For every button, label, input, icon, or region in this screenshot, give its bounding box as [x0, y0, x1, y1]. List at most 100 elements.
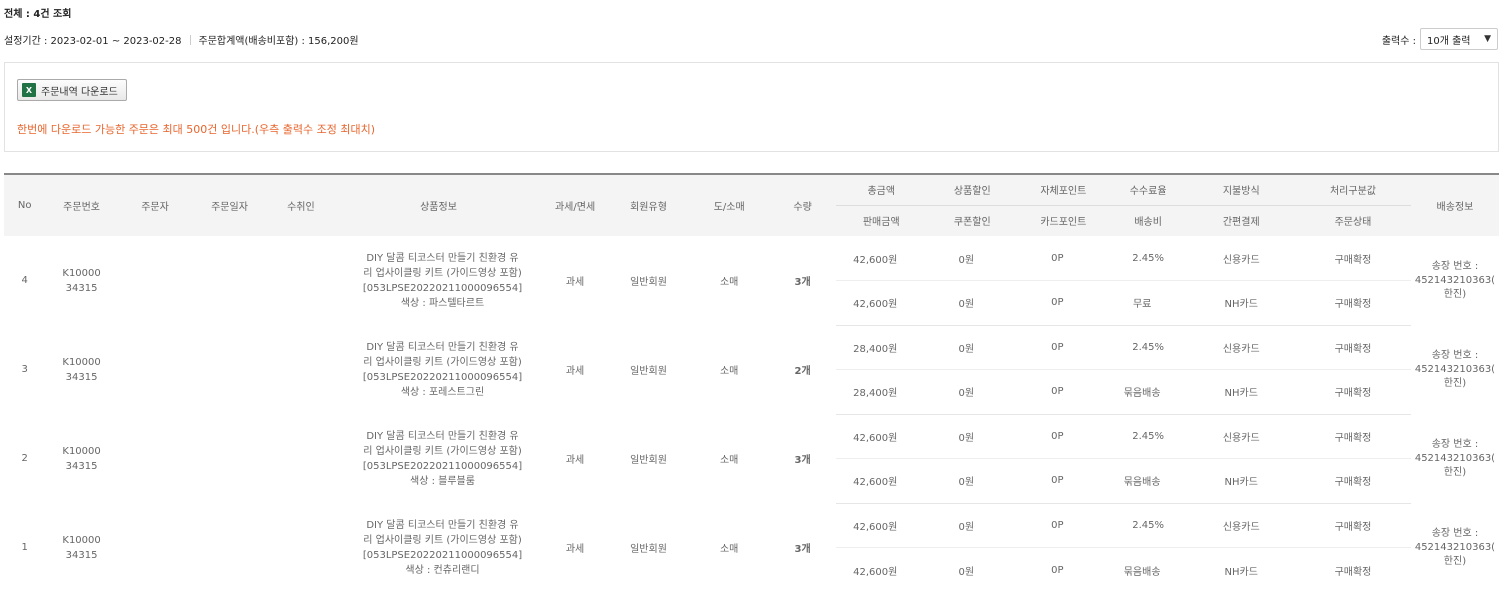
- own-point: 0P: [1017, 503, 1109, 548]
- orders-table: No 주문번호 주문자 주문일자 수취인 상품정보 과세/면세 회원유형 도/소…: [4, 173, 1499, 589]
- process-value: 구매확정: [1295, 325, 1411, 370]
- output-count-control: 출력수 : 10개 출력 ▼: [1382, 28, 1498, 50]
- row-no: 3: [21, 364, 28, 375]
- product-discount: 0원: [926, 503, 1018, 548]
- own-point: 0P: [1017, 414, 1109, 459]
- easy-pay: NH카드: [1187, 280, 1296, 326]
- header-member-type: 회원유형: [608, 173, 689, 236]
- orderer-cell: [118, 325, 192, 414]
- order-number-link[interactable]: K10000 34315: [45, 325, 117, 414]
- header-order-no: 주문번호: [45, 173, 118, 236]
- header-coupon-discount: 쿠폰할인: [926, 205, 1018, 236]
- total-amount: 42,600원: [835, 236, 927, 281]
- member-type: 일반회원: [630, 544, 667, 555]
- orderer-cell: [118, 236, 192, 325]
- header-easy-pay: 간편결제: [1187, 205, 1296, 236]
- order-date-cell: [192, 503, 266, 589]
- fee-rate: 2.45%: [1108, 236, 1188, 281]
- retail-type: 소매: [719, 455, 739, 466]
- output-count-select[interactable]: 10개 출력 ▼: [1420, 28, 1498, 50]
- recipient-cell: [267, 414, 335, 503]
- total-amount: 42,600원: [835, 414, 927, 459]
- product-discount: 0원: [926, 236, 1018, 281]
- header-delivery: 배송정보: [1410, 173, 1499, 236]
- card-point: 0P: [1017, 369, 1109, 415]
- quantity: 2개: [794, 366, 811, 377]
- coupon-discount: 0원: [926, 458, 1018, 504]
- member-type: 일반회원: [630, 455, 667, 466]
- recipient-cell: [267, 236, 335, 325]
- header-own-point: 자체포인트: [1017, 173, 1109, 206]
- order-number-link[interactable]: K10000 34315: [45, 414, 117, 503]
- own-point: 0P: [1017, 236, 1109, 281]
- pay-method: 신용카드: [1187, 414, 1296, 459]
- order-number-link[interactable]: K10000 34315: [45, 503, 117, 589]
- header-card-point: 카드포인트: [1017, 205, 1109, 236]
- card-point: 0P: [1017, 458, 1109, 504]
- easy-pay: NH카드: [1187, 458, 1296, 504]
- member-type: 일반회원: [630, 277, 667, 288]
- pay-method: 신용카드: [1187, 325, 1296, 370]
- header-retail: 도/소매: [688, 173, 770, 236]
- process-value: 구매확정: [1295, 236, 1411, 281]
- tax-type: 과세: [565, 544, 585, 555]
- pay-method: 신용카드: [1187, 236, 1296, 281]
- retail-type: 소매: [719, 544, 739, 555]
- quantity: 3개: [794, 455, 811, 466]
- product-discount: 0원: [926, 325, 1018, 370]
- retail-type: 소매: [719, 277, 739, 288]
- quantity: 3개: [794, 544, 811, 555]
- header-pay-method: 지불방식: [1187, 173, 1296, 206]
- header-fee-rate: 수수료율: [1108, 173, 1188, 206]
- header-recipient: 수취인: [266, 173, 336, 236]
- table-row: 3 K10000 34315 DIY 달콤 티코스터 만들기 친환경 유리 업사이…: [4, 325, 1499, 398]
- shipping-fee: 묶음배송: [1123, 566, 1161, 578]
- recipient-cell: [267, 325, 335, 414]
- order-download-button[interactable]: X 주문내역 다운로드: [17, 79, 127, 101]
- quantity: 3개: [794, 277, 811, 288]
- chevron-down-icon: ▼: [1484, 34, 1491, 44]
- row-no: 2: [21, 453, 28, 464]
- order-number-link[interactable]: K10000 34315: [45, 236, 117, 325]
- order-count-summary: 전체 : 4건 조회: [4, 9, 72, 20]
- product-info: DIY 달콤 티코스터 만들기 친환경 유리 업사이클링 키트 (가이드영상 포…: [362, 341, 523, 398]
- delivery-info: 송장 번호 :452143210363(한진): [1414, 438, 1496, 478]
- member-type: 일반회원: [630, 366, 667, 377]
- order-total-text: 주문합계액(배송비포함) : 156,200원: [198, 36, 359, 47]
- coupon-discount: 0원: [926, 369, 1018, 415]
- excel-icon: X: [22, 83, 36, 97]
- easy-pay: NH카드: [1224, 566, 1258, 578]
- delivery-info: 송장 번호 :452143210363(한진): [1414, 527, 1496, 567]
- delivery-info: 송장 번호 :452143210363(한진): [1414, 260, 1496, 300]
- tax-type: 과세: [565, 366, 585, 377]
- pay-method: 신용카드: [1187, 503, 1296, 548]
- orderer-cell: [118, 414, 192, 503]
- process-value: 구매확정: [1295, 503, 1411, 548]
- header-total-amount: 총금액: [835, 173, 927, 206]
- header-tax: 과세/면세: [541, 173, 609, 236]
- card-point: 0P: [1017, 280, 1109, 326]
- retail-type: 소매: [719, 366, 739, 377]
- fee-rate: 2.45%: [1108, 325, 1188, 370]
- process-value: 구매확정: [1295, 414, 1411, 459]
- coupon-discount: 0원: [926, 280, 1018, 326]
- order-date-cell: [192, 325, 266, 414]
- product-discount: 0원: [926, 414, 1018, 459]
- download-panel: X 주문내역 다운로드 한번에 다운로드 가능한 주문은 최대 500건 입니다…: [4, 62, 1499, 152]
- delivery-info: 송장 번호 :452143210363(한진): [1414, 349, 1496, 389]
- order-status: 구매확정: [1295, 458, 1411, 504]
- shipping-fee: 무료: [1108, 280, 1188, 326]
- download-limit-notice: 한번에 다운로드 가능한 주문은 최대 500건 입니다.(우측 출력수 조정 …: [17, 123, 376, 136]
- output-count-value: 10개 출력: [1427, 35, 1471, 47]
- product-info: DIY 달콤 티코스터 만들기 친환경 유리 업사이클링 키트 (가이드영상 포…: [362, 519, 523, 576]
- easy-pay: NH카드: [1187, 369, 1296, 415]
- table-row: 1 K10000 34315 DIY 달콤 티코스터 만들기 친환경 유리 업사이…: [4, 503, 1499, 576]
- table-row: 2 K10000 34315 DIY 달콤 티코스터 만들기 친환경 유리 업사이…: [4, 414, 1499, 487]
- sale-amount: 28,400원: [835, 369, 927, 415]
- period-summary: 설정기간 : 2023-02-01 ~ 2023-02-28 주문합계액(배송비포…: [4, 32, 359, 47]
- product-info: DIY 달콤 티코스터 만들기 친환경 유리 업사이클링 키트 (가이드영상 포…: [362, 252, 523, 309]
- header-shipping-fee: 배송비: [1108, 205, 1188, 236]
- tax-type: 과세: [565, 277, 585, 288]
- row-no: 1: [21, 542, 28, 553]
- header-order-date: 주문일자: [192, 173, 267, 236]
